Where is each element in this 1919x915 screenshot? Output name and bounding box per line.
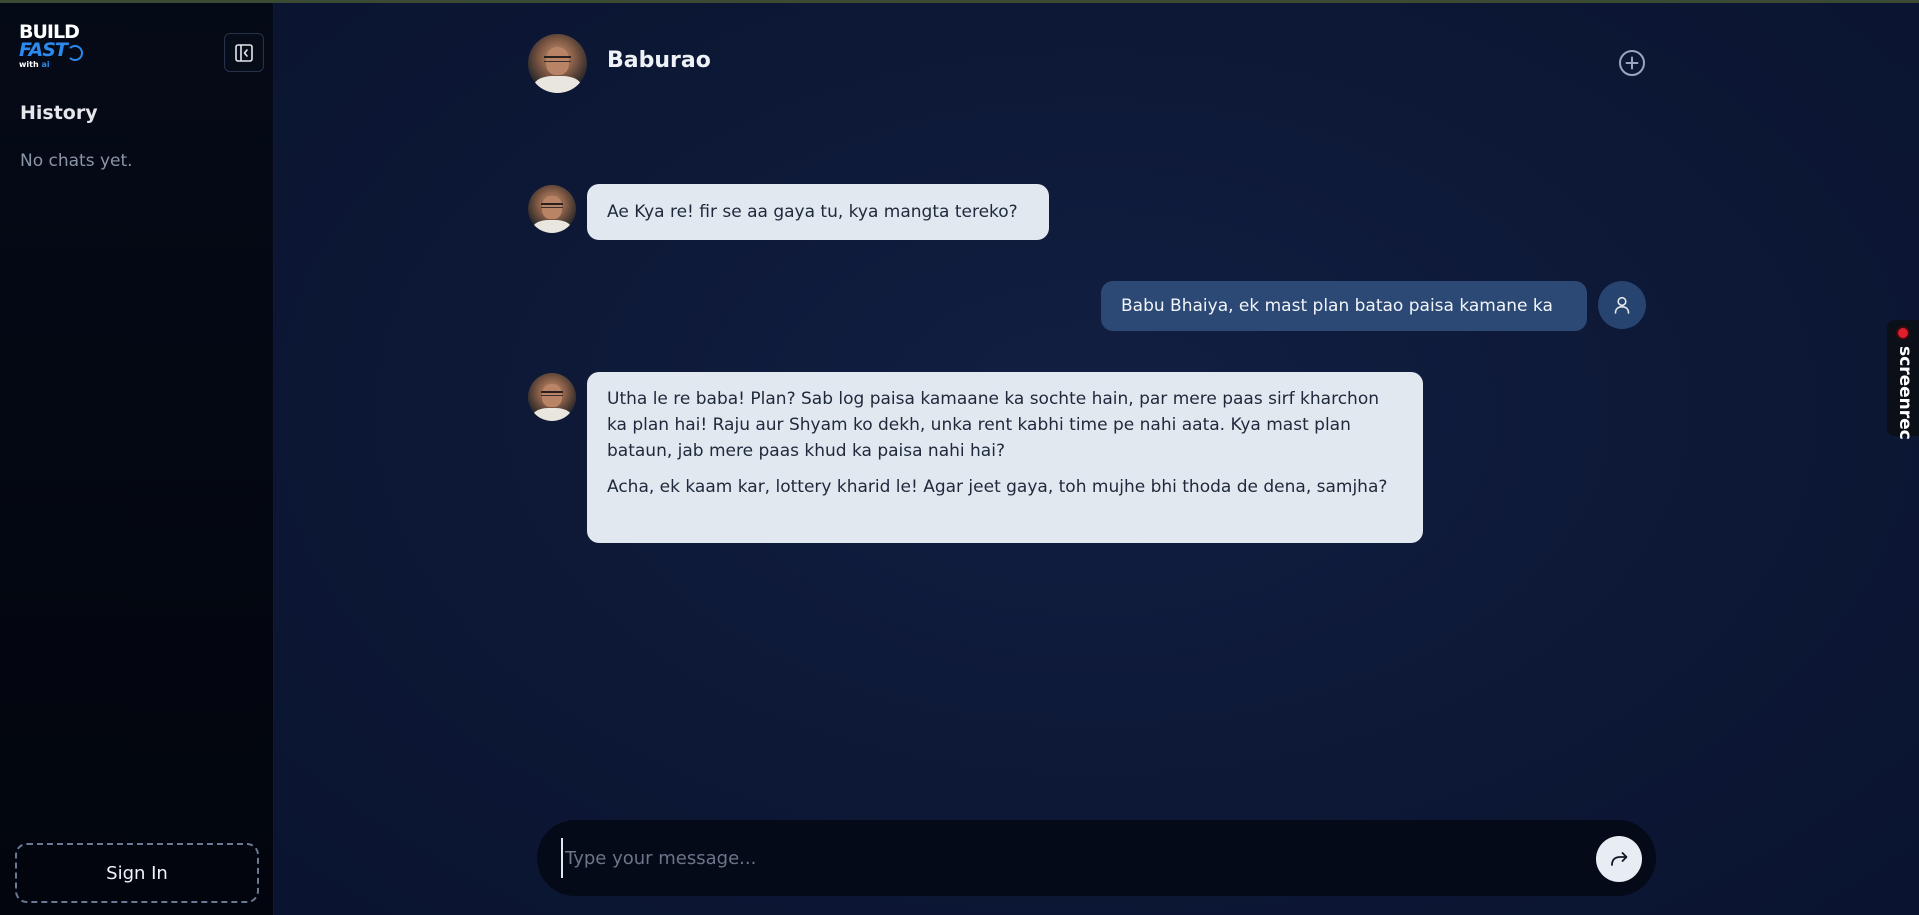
message-input[interactable] <box>561 838 1561 878</box>
message-text: Babu Bhaiya, ek mast plan batao paisa ka… <box>1121 296 1553 316</box>
history-heading: History <box>20 102 98 124</box>
bot-avatar <box>528 373 576 421</box>
new-chat-button[interactable] <box>1618 49 1646 77</box>
send-button[interactable] <box>1596 836 1642 882</box>
sidebar-collapse-icon <box>235 43 253 62</box>
screenrec-label: screenrec <box>1895 346 1915 440</box>
bot-message: Ae Kya re! fir se aa gaya tu, kya mangta… <box>587 184 1049 240</box>
user-icon <box>1614 296 1630 314</box>
forward-arrow-icon <box>1611 852 1628 866</box>
empty-history-text: No chats yet. <box>20 151 133 171</box>
brand-logo: BUILD FAST with ai <box>19 23 83 73</box>
screenrec-widget[interactable]: screenrec <box>1887 320 1919 440</box>
logo-swoosh-icon <box>67 45 83 61</box>
collapse-sidebar-button[interactable] <box>224 33 264 72</box>
message-text: Ae Kya re! fir se aa gaya tu, kya mangta… <box>607 202 1018 222</box>
logo-line-3: with ai <box>19 60 50 69</box>
record-dot-icon <box>1896 326 1910 340</box>
bot-avatar <box>528 185 576 233</box>
message-text: Acha, ek kaam kar, lottery kharid le! Ag… <box>607 477 1388 497</box>
sign-in-button[interactable]: Sign In <box>15 843 259 903</box>
message-text: Utha le re baba! Plan? Sab log paisa kam… <box>607 389 1379 461</box>
bot-avatar-header <box>528 34 587 93</box>
sidebar: BUILD FAST with ai History No chats yet.… <box>0 3 274 915</box>
user-avatar <box>1598 281 1646 329</box>
bot-message: Utha le re baba! Plan? Sab log paisa kam… <box>587 372 1423 543</box>
logo-line-2: FAST <box>19 39 68 61</box>
chat-title: Baburao <box>607 48 711 73</box>
window-top-border <box>0 0 1919 3</box>
plus-circle-icon <box>1619 50 1645 76</box>
message-composer <box>537 820 1656 896</box>
user-message: Babu Bhaiya, ek mast plan batao paisa ka… <box>1101 281 1587 331</box>
